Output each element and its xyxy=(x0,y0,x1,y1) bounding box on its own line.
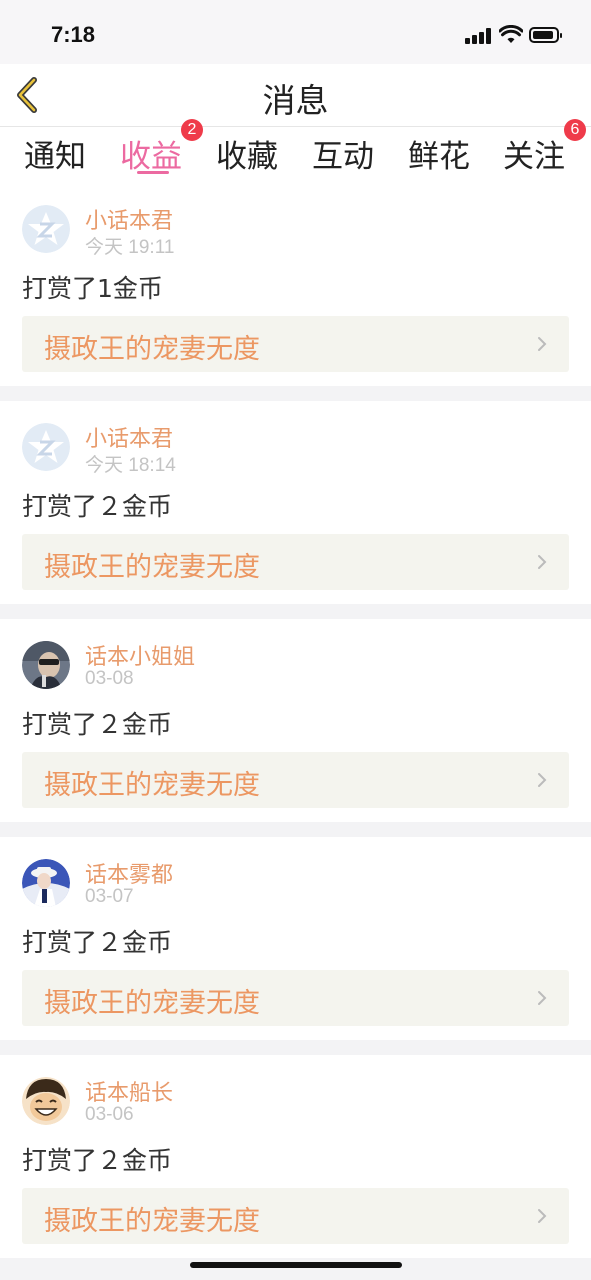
book-title: 摄政王的宠妻无度 xyxy=(44,988,260,1019)
message-date: 今天 19:11 xyxy=(85,237,175,258)
message-text: 打赏了２金币 xyxy=(22,928,173,957)
message-card[interactable]: 话本雾都 03-07 打赏了２金币 摄政王的宠妻无度 xyxy=(0,837,591,1040)
tab-flowers[interactable]: 鲜花 xyxy=(408,131,470,176)
message-card[interactable]: 话本船长 03-06 打赏了２金币 摄政王的宠妻无度 xyxy=(0,1055,591,1258)
tab-earnings[interactable]: 收益 xyxy=(120,131,182,176)
message-date: 03-06 xyxy=(85,1104,134,1125)
message-date: 03-07 xyxy=(85,886,134,907)
page-title: 消息 xyxy=(262,81,329,120)
app-logo-avatar[interactable] xyxy=(22,423,70,471)
book-link[interactable]: 摄政王的宠妻无度 xyxy=(22,970,569,1026)
book-title: 摄政王的宠妻无度 xyxy=(44,1206,260,1237)
chevron-right-icon xyxy=(538,555,547,569)
book-title: 摄政王的宠妻无度 xyxy=(44,552,260,583)
battery-icon xyxy=(529,27,562,43)
wifi-icon xyxy=(499,25,523,43)
user-name[interactable]: 话本雾都 xyxy=(85,857,173,889)
message-text: 打赏了２金币 xyxy=(22,1146,173,1175)
chevron-right-icon xyxy=(538,1209,547,1223)
tab-badge-earnings: 2 xyxy=(181,119,203,141)
tab-badge-follows: 6 xyxy=(564,119,586,141)
book-link[interactable]: 摄政王的宠妻无度 xyxy=(22,534,569,590)
chevron-right-icon xyxy=(538,337,547,351)
app-logo-avatar[interactable] xyxy=(22,205,70,253)
book-title: 摄政王的宠妻无度 xyxy=(44,334,260,365)
user-name[interactable]: 话本船长 xyxy=(85,1075,173,1107)
user-photo-avatar[interactable] xyxy=(22,641,70,689)
signal-icon xyxy=(465,28,493,44)
book-link[interactable]: 摄政王的宠妻无度 xyxy=(22,1188,569,1244)
chevron-right-icon xyxy=(538,773,547,787)
nav-bar: 消息 xyxy=(0,64,591,127)
tab-follows[interactable]: 关注 xyxy=(503,131,565,176)
message-text: 打赏了1金币 xyxy=(22,274,163,303)
user-photo-avatar[interactable] xyxy=(22,859,70,907)
message-card[interactable]: 小话本君 今天 19:11 打赏了1金币 摄政王的宠妻无度 xyxy=(0,183,591,386)
status-time: 7:18 xyxy=(51,22,96,47)
book-link[interactable]: 摄政王的宠妻无度 xyxy=(22,752,569,808)
status-bar: 7:18 xyxy=(0,0,591,64)
user-name[interactable]: 小话本君 xyxy=(85,421,173,453)
tab-interactions[interactable]: 互动 xyxy=(312,131,374,176)
book-link[interactable]: 摄政王的宠妻无度 xyxy=(22,316,569,372)
book-title: 摄政王的宠妻无度 xyxy=(44,770,260,801)
tab-bar: 通知 收益 2 收藏 互动 鲜花 关注 6 xyxy=(0,119,591,183)
chevron-right-icon xyxy=(538,991,547,1005)
cartoon-avatar[interactable] xyxy=(22,1077,70,1125)
message-card[interactable]: 小话本君 今天 18:14 打赏了２金币 摄政王的宠妻无度 xyxy=(0,401,591,604)
message-text: 打赏了２金币 xyxy=(22,710,173,739)
message-text: 打赏了２金币 xyxy=(22,492,173,521)
message-date: 今天 18:14 xyxy=(85,455,176,476)
user-name[interactable]: 话本小姐姐 xyxy=(85,639,195,671)
tab-notifications[interactable]: 通知 xyxy=(24,131,86,176)
message-date: 03-08 xyxy=(85,668,134,689)
message-card[interactable]: 话本小姐姐 03-08 打赏了２金币 摄政王的宠妻无度 xyxy=(0,619,591,822)
home-indicator[interactable] xyxy=(190,1262,402,1268)
tab-favorites[interactable]: 收藏 xyxy=(216,131,278,176)
active-tab-indicator xyxy=(137,171,169,174)
user-name[interactable]: 小话本君 xyxy=(85,203,173,235)
